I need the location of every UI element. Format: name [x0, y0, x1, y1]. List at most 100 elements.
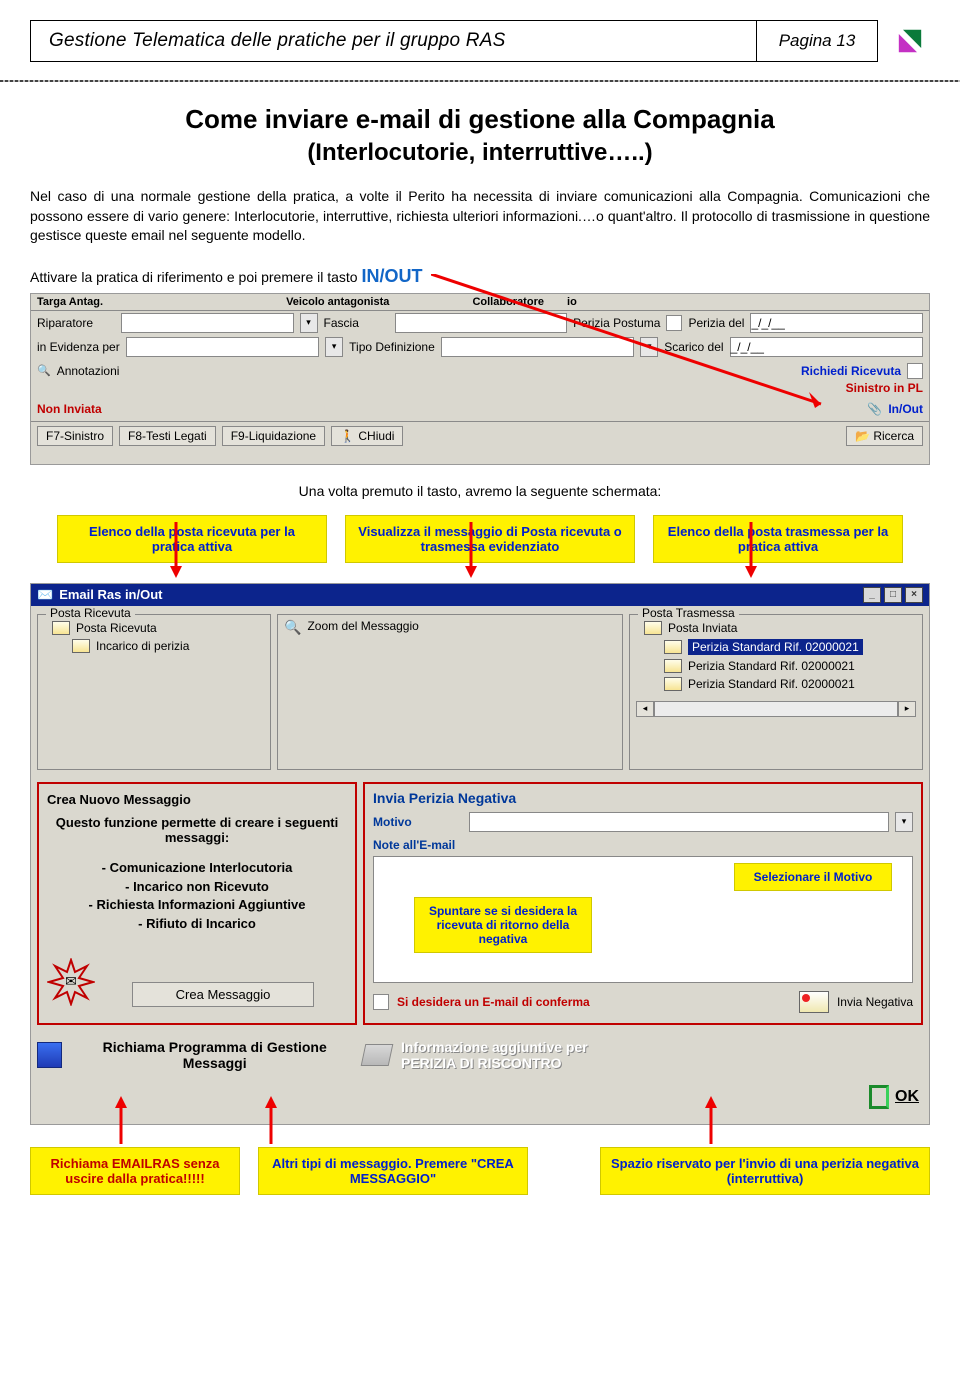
label-perizia-postuma: Perizia Postuma	[573, 316, 660, 330]
close-button[interactable]: ×	[905, 587, 923, 603]
label-collaboratore: Collaboratore	[472, 296, 544, 308]
button-ricerca[interactable]: 📂 Ricerca	[846, 426, 923, 446]
label-richiedi-ricevuta: Richiedi Ricevuta	[801, 364, 901, 378]
label-note-email: Note all'E-mail	[373, 838, 463, 852]
intro-paragraph: Nel caso di una normale gestione della p…	[30, 187, 930, 246]
label-scarico-del: Scarico del	[664, 340, 723, 354]
exit-icon	[869, 1085, 889, 1109]
button-f7-sinistro[interactable]: F7-Sinistro	[37, 426, 113, 446]
screenshot-practice-form: Targa Antag. Veicolo antagonista Collabo…	[30, 293, 930, 465]
input-evidenza[interactable]	[126, 337, 319, 357]
button-invia-negativa[interactable]: Invia Negativa	[837, 995, 913, 1009]
page-subtitle: (Interlocutorie, interruttive…..)	[30, 139, 930, 167]
panel-zoom[interactable]: 🔍 Zoom del Messaggio	[277, 614, 623, 770]
label-riparatore: Riparatore	[37, 316, 115, 330]
scroll-right-button[interactable]: ▸	[898, 701, 916, 717]
mail-item-icon	[664, 659, 682, 673]
mail-icon: ✉️	[37, 587, 53, 603]
button-info-aggiuntive-perizia[interactable]: Informazione aggiuntive perPERIZIA DI RI…	[363, 1039, 923, 1071]
label-perizia-del: Perizia del	[688, 316, 744, 330]
folder-icon	[644, 621, 662, 635]
divider-line	[0, 80, 960, 82]
label-veicolo-antagonista: Veicolo antagonista	[286, 296, 389, 308]
desc-crea: Questo funzione permette di creare i seg…	[47, 815, 347, 845]
label-evidenza: in Evidenza per	[37, 340, 120, 354]
input-fascia[interactable]	[395, 313, 568, 333]
panel-title-posta-trasmessa: Posta Trasmessa	[638, 606, 739, 620]
checkbox-perizia-postuma[interactable]	[666, 315, 682, 331]
dropdown-motivo-icon[interactable]: ▾	[895, 812, 913, 832]
callout-spuntare: Spuntare se si desidera la ricevuta di r…	[414, 897, 592, 953]
folder-icon	[52, 621, 70, 635]
tree-item-perizia2[interactable]: Perizia Standard Rif. 02000021	[688, 659, 855, 673]
button-f8-testi-legati[interactable]: F8-Testi Legati	[119, 426, 216, 446]
list-incarico-non-ricevuto: - Incarico non Ricevuto	[47, 878, 347, 897]
envelope-icon	[799, 991, 829, 1013]
title-invia-negativa: Invia Perizia Negativa	[373, 790, 913, 806]
tree-root-trasmessa[interactable]: Posta Inviata	[668, 621, 737, 635]
note-icon	[361, 1044, 394, 1066]
label-targa-antag: Targa Antag.	[37, 296, 103, 308]
panel-posta-ricevuta: Posta Ricevuta Posta Ricevuta Incarico d…	[37, 614, 271, 770]
label-io: io	[567, 296, 577, 308]
callout-motivo: Selezionare il Motivo	[734, 863, 892, 891]
header-page-number: Pagina 13	[756, 21, 877, 61]
tree-item-perizia3[interactable]: Perizia Standard Rif. 02000021	[688, 677, 855, 691]
attachment-icon[interactable]: 📎	[867, 402, 882, 416]
input-motivo[interactable]	[469, 812, 889, 832]
logo-icon	[890, 21, 930, 61]
button-inout[interactable]: In/Out	[888, 402, 923, 416]
panel-title-posta-ricevuta: Posta Ricevuta	[46, 606, 135, 620]
mail-item-icon	[664, 677, 682, 691]
input-scarico-del[interactable]: _/_/__	[730, 337, 923, 357]
dropdown-riparatore-icon[interactable]: ▾	[300, 313, 318, 333]
panel-crea-nuovo-messaggio: Crea Nuovo Messaggio Questo funzione per…	[37, 782, 357, 1025]
button-f9-liquidazione[interactable]: F9-Liquidazione	[222, 426, 325, 446]
label-conferma-email: Si desidera un E-mail di conferma	[397, 995, 590, 1009]
svg-text:✉: ✉	[65, 973, 77, 989]
program-icon	[37, 1042, 62, 1068]
tree-item-incarico[interactable]: Incarico di perizia	[96, 639, 189, 653]
label-tipo-definizione: Tipo Definizione	[349, 340, 435, 354]
input-perizia-del[interactable]: _/_/__	[750, 313, 923, 333]
magnifier-icon: 🔍	[284, 619, 301, 636]
label-fascia: Fascia	[324, 316, 389, 330]
starburst-icon: ✉	[47, 958, 95, 1006]
button-crea-messaggio[interactable]: Crea Messaggio	[132, 982, 314, 1007]
caption-after-shot1: Una volta premuto il tasto, avremo la se…	[30, 483, 930, 499]
tree-root-ricevuta[interactable]: Posta Ricevuta	[76, 621, 157, 635]
mail-item-icon	[72, 639, 90, 653]
minimize-button[interactable]: _	[863, 587, 881, 603]
label-motivo: Motivo	[373, 815, 463, 829]
dropdown-evidenza-icon[interactable]: ▾	[325, 337, 343, 357]
list-richiesta-info: - Richiesta Informazioni Aggiuntive	[47, 896, 347, 915]
legend-crea-messaggio: Altri tipi di messaggio. Premere "CREA M…	[258, 1147, 528, 1195]
label-annotazioni[interactable]: Annotazioni	[57, 364, 120, 378]
screenshot-email-ras: ✉️ Email Ras in/Out _ □ × Posta Ricevuta…	[30, 583, 930, 1125]
window-title: Email Ras in/Out	[59, 587, 162, 602]
maximize-button[interactable]: □	[884, 587, 902, 603]
input-tipo-definizione[interactable]	[441, 337, 634, 357]
page-title: Come inviare e-mail di gestione alla Com…	[30, 104, 930, 135]
callout-zoom: Visualizza il messaggio di Posta ricevut…	[345, 515, 635, 563]
legend-perizia-negativa: Spazio riservato per l'invio di una peri…	[600, 1147, 930, 1195]
activate-instruction: Attivare la pratica di riferimento e poi…	[30, 266, 930, 287]
label-non-inviata: Non Inviata	[37, 402, 102, 416]
button-richiama-gestione-messaggi[interactable]: Richiama Programma di Gestione Messaggi	[37, 1039, 357, 1071]
callout-posta-ricevuta: Elenco della posta ricevuta per la prati…	[57, 515, 327, 563]
mail-item-icon	[664, 640, 682, 654]
label-zoom-messaggio: Zoom del Messaggio	[307, 619, 418, 633]
dropdown-tipo-def-icon[interactable]: ▾	[640, 337, 658, 357]
button-chiudi[interactable]: 🚶 CHiudi	[331, 426, 403, 446]
checkbox-conferma-email[interactable]	[373, 994, 389, 1010]
button-ok[interactable]: OK	[869, 1085, 919, 1109]
label-sinistro-in-pl: Sinistro in PL	[846, 381, 923, 395]
scroll-left-button[interactable]: ◂	[636, 701, 654, 717]
tree-item-selected[interactable]: Perizia Standard Rif. 02000021	[688, 639, 863, 655]
panel-invia-perizia-negativa: Invia Perizia Negativa Motivo ▾ Note all…	[363, 782, 923, 1025]
header-title: Gestione Telematica delle pratiche per i…	[31, 30, 756, 52]
checkbox-richiedi-ricevuta[interactable]	[907, 363, 923, 379]
list-rifiuto-incarico: - Rifiuto di Incarico	[47, 915, 347, 934]
input-riparatore[interactable]	[121, 313, 294, 333]
textarea-note-email[interactable]: Spuntare se si desidera la ricevuta di r…	[373, 856, 913, 983]
